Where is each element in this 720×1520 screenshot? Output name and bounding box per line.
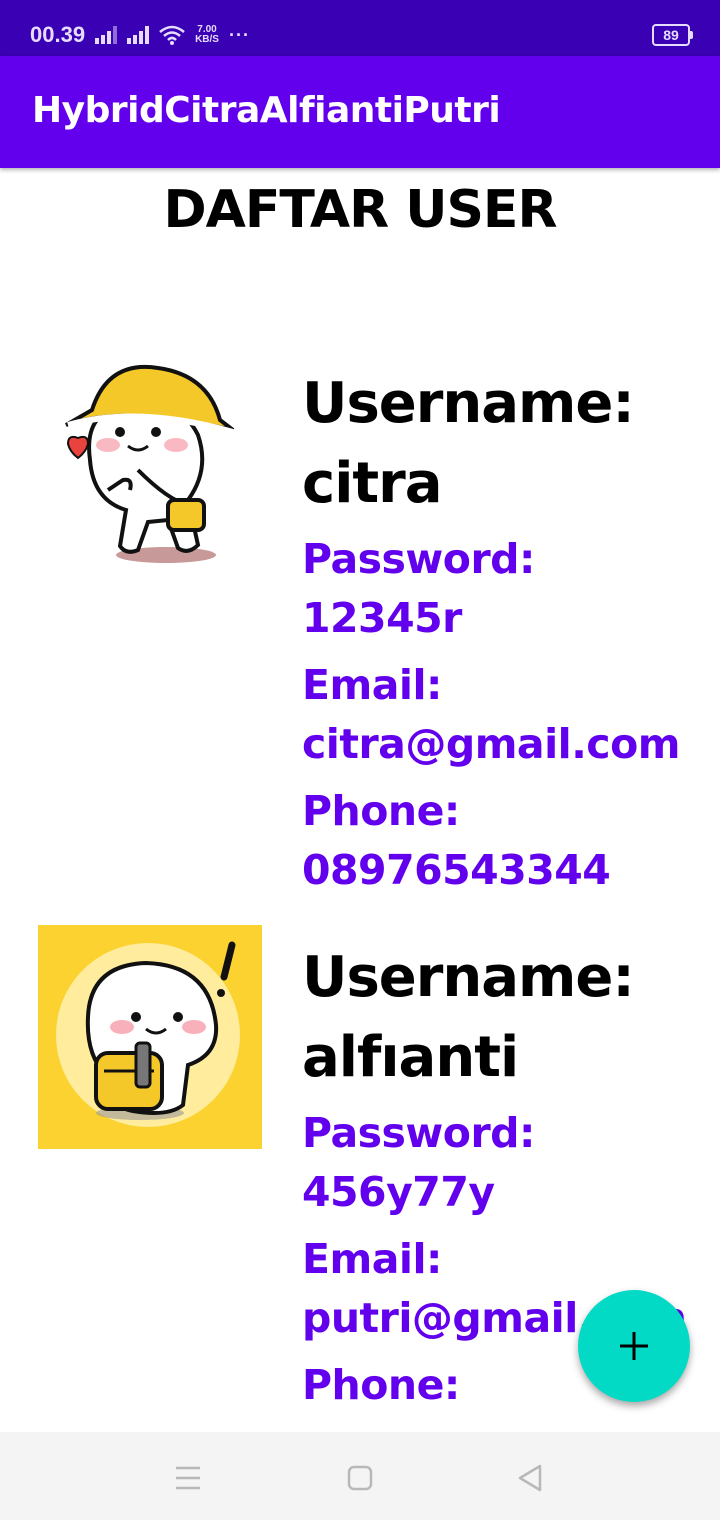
email-text: Email: citra@gmail.com <box>302 661 680 768</box>
wifi-icon <box>159 25 185 45</box>
username-text: Username: citra <box>302 371 635 516</box>
network-speed: 7.00 KB/S <box>195 25 219 45</box>
add-user-button[interactable] <box>578 1290 690 1402</box>
password-text: Password: 456y77y <box>302 1109 535 1216</box>
app-title: HybridCitraAlfiantiPutri <box>32 90 501 131</box>
helmet-character-icon <box>65 364 235 563</box>
battery-icon: 89 <box>652 24 693 46</box>
add-icon <box>620 1332 648 1360</box>
back-icon[interactable] <box>512 1460 548 1496</box>
status-bar: 00.39 7.00 KB/S ··· 89 <box>0 0 720 56</box>
signal-icon <box>95 26 118 44</box>
navigation-bar <box>0 1432 720 1520</box>
home-icon[interactable] <box>342 1460 378 1496</box>
page-title: DAFTAR USER <box>163 180 558 240</box>
speed-unit: KB/S <box>195 34 219 45</box>
signal-icon <box>127 26 150 44</box>
backpack-character-icon <box>38 925 262 1149</box>
menu-icon[interactable] <box>170 1460 206 1496</box>
phone-text: Phone: 08976543344 <box>302 787 611 894</box>
clock: 00.39 <box>30 22 86 47</box>
app-bar: HybridCitraAlfiantiPutri <box>0 56 720 168</box>
status-left: 00.39 7.00 KB/S ··· <box>30 22 250 48</box>
user-info: Username: citra Password: 12345r Email: … <box>302 364 712 900</box>
more-notifications-icon: ··· <box>228 24 250 45</box>
username-text: Username: alfıanti <box>302 945 635 1090</box>
password-text: Password: 12345r <box>302 535 535 642</box>
